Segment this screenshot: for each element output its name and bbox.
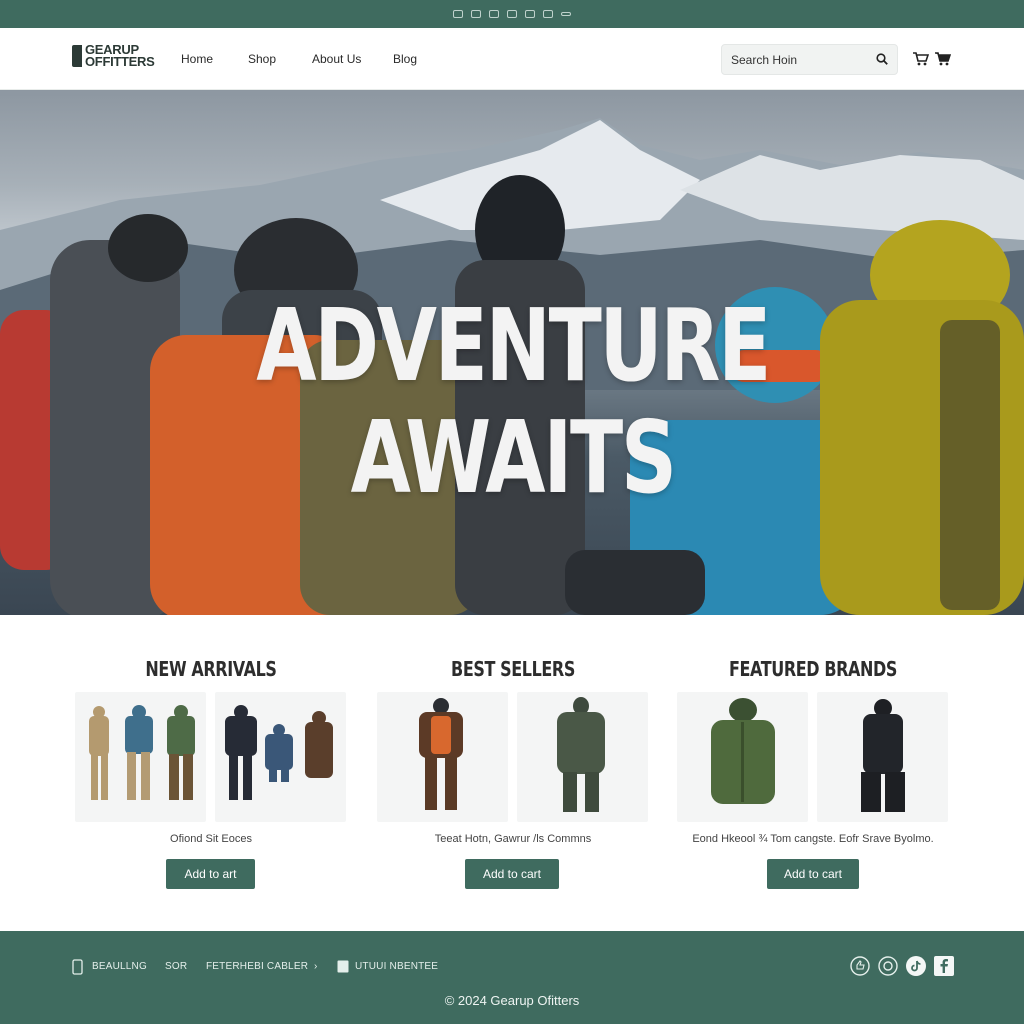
instagram-icon[interactable] bbox=[453, 10, 463, 18]
logo-line2: OFFITTERS bbox=[85, 54, 155, 69]
product-thumbnail[interactable] bbox=[677, 692, 808, 822]
featured-brands-column: FEATURED BRANDS Eond Hkeool ¾ Tom cangst… bbox=[677, 657, 949, 889]
product-image bbox=[225, 705, 333, 800]
camera-icon[interactable] bbox=[543, 10, 553, 18]
nav-shop[interactable]: Shop bbox=[248, 52, 276, 66]
facebook-icon[interactable] bbox=[934, 956, 954, 976]
instagram-icon[interactable] bbox=[878, 956, 898, 976]
phone-icon[interactable] bbox=[561, 12, 571, 16]
nav-home[interactable]: Home bbox=[181, 52, 213, 66]
arrow-icon: › bbox=[314, 961, 318, 972]
product-image bbox=[557, 697, 605, 812]
chat-icon[interactable] bbox=[525, 10, 535, 18]
product-image bbox=[89, 705, 195, 800]
document-icon bbox=[337, 960, 349, 973]
section-title: BEST SELLERS bbox=[451, 657, 575, 681]
nav-about-us[interactable]: About Us bbox=[312, 52, 361, 66]
product-thumbnail[interactable] bbox=[215, 692, 346, 822]
copyright-text: © 2024 Gearup Ofitters bbox=[444, 993, 580, 1008]
thumbs-icon[interactable] bbox=[850, 956, 870, 976]
search-icon[interactable] bbox=[876, 53, 888, 65]
section-title: FEATURED BRANDS bbox=[728, 657, 898, 681]
tiktok-icon[interactable] bbox=[906, 956, 926, 976]
phone-icon bbox=[72, 959, 83, 975]
product-thumbnail[interactable] bbox=[817, 692, 948, 822]
add-to-cart-button[interactable]: Add to art bbox=[166, 859, 255, 889]
site-logo[interactable]: GEARUP OFFITTERS bbox=[72, 43, 155, 69]
product-image bbox=[419, 698, 463, 810]
add-to-cart-button[interactable]: Add to cart bbox=[465, 859, 559, 889]
product-image bbox=[861, 699, 905, 812]
section-title: NEW ARRIVALS bbox=[145, 657, 277, 681]
cart-icon[interactable] bbox=[935, 52, 951, 66]
map-icon[interactable] bbox=[507, 10, 517, 18]
hero-banner: ADVENTURE AWAITS bbox=[0, 90, 1024, 615]
new-arrivals-column: NEW ARRIVALS Ofiond Sit Eoces Add to art bbox=[75, 657, 347, 889]
hero-title-line2: AWAITS bbox=[350, 399, 677, 516]
product-caption: Ofiond Sit Eoces bbox=[170, 833, 252, 845]
hero-title: ADVENTURE AWAITS bbox=[113, 290, 912, 514]
product-caption: Teeat Hotn, Gawrur /ls Commns bbox=[434, 833, 592, 845]
footer-link[interactable]: FETERHEBI CABLER bbox=[206, 961, 308, 972]
product-image bbox=[711, 698, 775, 804]
search-box bbox=[721, 44, 898, 75]
nav-blog[interactable]: Blog bbox=[393, 52, 417, 66]
hero-title-line1: ADVENTURE bbox=[256, 287, 771, 404]
best-sellers-column: BEST SELLERS Teeat Hotn, Gawrur /ls Comm… bbox=[377, 657, 649, 889]
product-section: NEW ARRIVALS Ofiond Sit Eoces Add to art bbox=[0, 615, 1024, 931]
product-thumbnail[interactable] bbox=[377, 692, 508, 822]
email-icon[interactable] bbox=[489, 10, 499, 18]
youtube-icon[interactable] bbox=[471, 10, 481, 18]
add-to-cart-button[interactable]: Add to cart bbox=[767, 859, 859, 889]
top-social-bar bbox=[0, 0, 1024, 28]
footer-link[interactable]: UTUUI NBENTEE bbox=[355, 961, 438, 972]
footer-link[interactable]: SOR bbox=[165, 961, 187, 972]
site-header: GEARUP OFFITTERS Home Shop About Us Blog bbox=[0, 28, 1024, 90]
footer-link[interactable]: BEAULLNG bbox=[92, 961, 147, 972]
logo-mark bbox=[72, 45, 82, 67]
product-thumbnail[interactable] bbox=[75, 692, 206, 822]
search-input[interactable] bbox=[731, 45, 871, 74]
site-footer: BEAULLNG SOR FETERHEBI CABLER › UTUUI NB… bbox=[0, 931, 1024, 1024]
cart-icon[interactable] bbox=[913, 52, 929, 66]
product-caption: Eond Hkeool ¾ Tom cangste. Eofr Srave By… bbox=[692, 833, 934, 845]
product-thumbnail[interactable] bbox=[517, 692, 648, 822]
